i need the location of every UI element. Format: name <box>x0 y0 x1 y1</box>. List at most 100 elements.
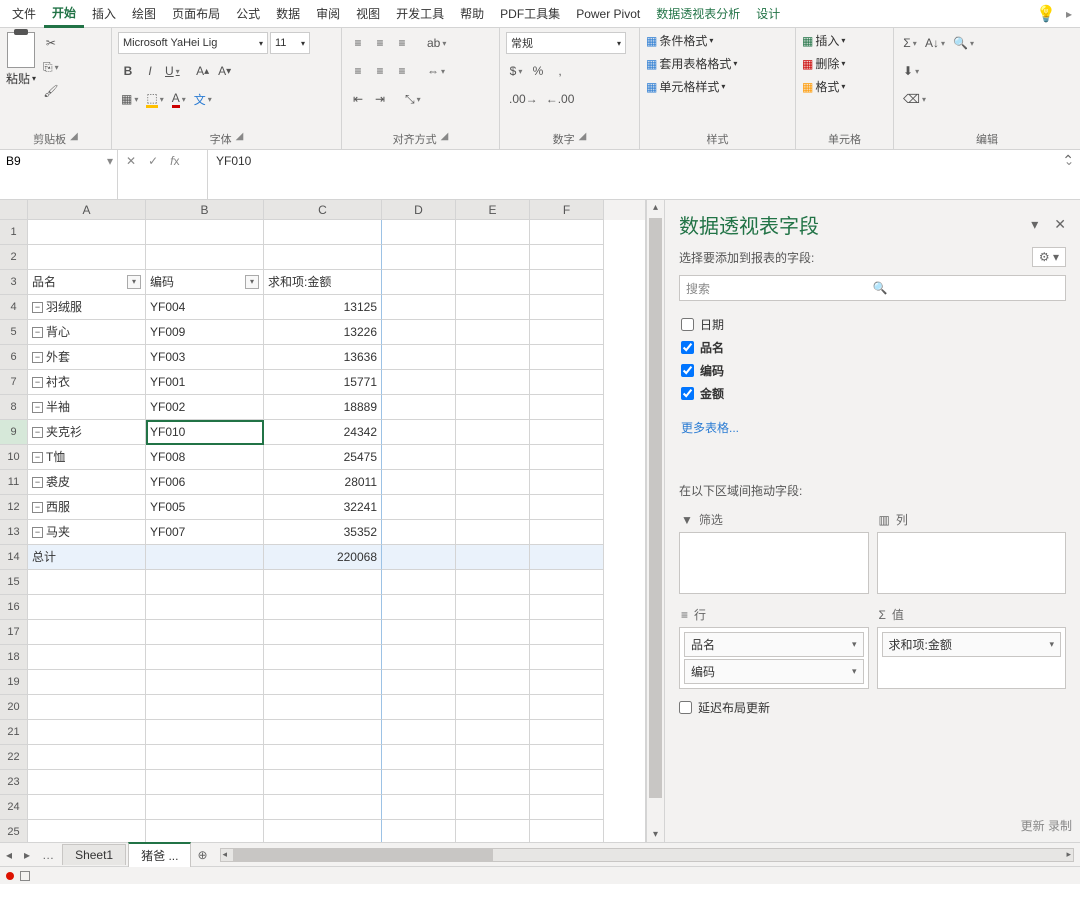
font-launcher[interactable]: ◢ <box>236 131 244 147</box>
scroll-thumb[interactable] <box>649 218 662 798</box>
tab-help[interactable]: 帮助 <box>452 1 492 26</box>
find-button[interactable]: 🔍 <box>950 32 977 54</box>
cell[interactable] <box>264 620 382 645</box>
cell[interactable] <box>146 220 264 245</box>
fill-button[interactable]: ⬇ <box>900 60 922 82</box>
cell[interactable] <box>146 645 264 670</box>
select-all-corner[interactable] <box>0 200 28 220</box>
cell[interactable]: 品名▾ <box>28 270 146 295</box>
cell[interactable] <box>530 395 604 420</box>
cell[interactable] <box>264 595 382 620</box>
cell[interactable] <box>382 370 456 395</box>
field-item[interactable]: 品名 <box>679 336 1066 359</box>
row-header[interactable]: 11 <box>0 470 28 495</box>
sheet-tab-2[interactable]: 猪爸 ... <box>128 842 191 867</box>
row-header[interactable]: 19 <box>0 670 28 695</box>
cell[interactable] <box>264 645 382 670</box>
cell[interactable] <box>264 570 382 595</box>
number-format-select[interactable]: 常规▾ <box>506 32 626 54</box>
align-top-button[interactable]: ≡ <box>348 32 368 54</box>
cell[interactable]: YF004 <box>146 295 264 320</box>
cell[interactable] <box>456 670 530 695</box>
cell[interactable] <box>382 595 456 620</box>
cell[interactable] <box>530 745 604 770</box>
cell[interactable] <box>382 695 456 720</box>
conditional-format-button[interactable]: ▦条件格式▾ <box>646 32 713 49</box>
cell[interactable] <box>456 820 530 842</box>
pane-close-icon[interactable]: ✕ <box>1054 216 1066 233</box>
cell[interactable] <box>382 420 456 445</box>
cell[interactable] <box>530 595 604 620</box>
zone-filter-box[interactable] <box>679 532 869 594</box>
cell[interactable] <box>530 770 604 795</box>
cell[interactable]: YF010 <box>146 420 264 445</box>
accounting-format-button[interactable]: $ <box>506 60 526 82</box>
cell[interactable] <box>456 720 530 745</box>
cell[interactable] <box>456 370 530 395</box>
tell-me-icon[interactable]: 💡 <box>1030 4 1062 24</box>
cell[interactable] <box>382 545 456 570</box>
cell[interactable] <box>456 470 530 495</box>
col-header-F[interactable]: F <box>530 200 604 220</box>
zone-chip[interactable]: 编码▾ <box>684 659 864 684</box>
cell[interactable] <box>456 795 530 820</box>
cell[interactable] <box>382 670 456 695</box>
tab-review[interactable]: 审阅 <box>308 1 348 26</box>
field-checkbox[interactable] <box>681 364 694 377</box>
fx-icon[interactable]: fx <box>168 152 181 170</box>
cell[interactable] <box>530 670 604 695</box>
cell[interactable]: −羽绒服 <box>28 295 146 320</box>
cell[interactable] <box>28 645 146 670</box>
number-launcher[interactable]: ◢ <box>579 131 587 147</box>
decrease-indent-button[interactable]: ⇤ <box>348 88 368 110</box>
tab-design[interactable]: 设计 <box>748 1 788 26</box>
cell[interactable]: 编码▾ <box>146 270 264 295</box>
cell[interactable] <box>456 395 530 420</box>
cell[interactable] <box>28 720 146 745</box>
col-header-A[interactable]: A <box>28 200 146 220</box>
row-header[interactable]: 4 <box>0 295 28 320</box>
tab-draw[interactable]: 绘图 <box>124 1 164 26</box>
tab-powerpivot[interactable]: Power Pivot <box>568 3 648 25</box>
formula-input[interactable]: YF010 ⌄ <box>208 150 1080 199</box>
cell[interactable] <box>382 720 456 745</box>
cell[interactable]: −衬衣 <box>28 370 146 395</box>
cell[interactable] <box>456 295 530 320</box>
pane-settings-button[interactable]: ⚙ ▾ <box>1032 247 1066 267</box>
new-sheet-button[interactable]: ⊕ <box>191 848 213 862</box>
font-color-button[interactable]: A <box>169 88 189 110</box>
cell[interactable] <box>28 745 146 770</box>
field-search-input[interactable]: 搜索 🔍 <box>679 275 1066 301</box>
tab-developer[interactable]: 开发工具 <box>388 1 452 26</box>
align-right-button[interactable]: ≡ <box>392 60 412 82</box>
cancel-formula-icon[interactable]: ✕ <box>124 152 138 170</box>
cell[interactable] <box>146 745 264 770</box>
collapse-icon[interactable]: − <box>32 427 43 438</box>
row-header[interactable]: 21 <box>0 720 28 745</box>
cell[interactable]: 25475 <box>264 445 382 470</box>
cell[interactable] <box>382 220 456 245</box>
increase-decimal-button[interactable]: .00→ <box>506 88 541 110</box>
cell[interactable] <box>382 620 456 645</box>
cell[interactable] <box>456 545 530 570</box>
font-name-select[interactable]: Microsoft YaHei Lig▾ <box>118 32 268 54</box>
row-header[interactable]: 2 <box>0 245 28 270</box>
zone-columns-box[interactable] <box>877 532 1067 594</box>
sheet-tab-1[interactable]: Sheet1 <box>62 844 126 865</box>
row-header[interactable]: 17 <box>0 620 28 645</box>
format-painter-button[interactable]: 🖌 <box>40 80 62 102</box>
cell[interactable] <box>456 345 530 370</box>
cell[interactable]: 220068 <box>264 545 382 570</box>
cell[interactable]: −西服 <box>28 495 146 520</box>
row-header[interactable]: 16 <box>0 595 28 620</box>
autosum-button[interactable]: Σ <box>900 32 920 54</box>
cell[interactable] <box>530 295 604 320</box>
alignment-launcher[interactable]: ◢ <box>441 131 449 147</box>
cell[interactable] <box>382 345 456 370</box>
align-center-button[interactable]: ≡ <box>370 60 390 82</box>
row-header[interactable]: 12 <box>0 495 28 520</box>
row-header[interactable]: 7 <box>0 370 28 395</box>
cell[interactable]: −半袖 <box>28 395 146 420</box>
cell[interactable] <box>382 320 456 345</box>
cell[interactable]: YF005 <box>146 495 264 520</box>
